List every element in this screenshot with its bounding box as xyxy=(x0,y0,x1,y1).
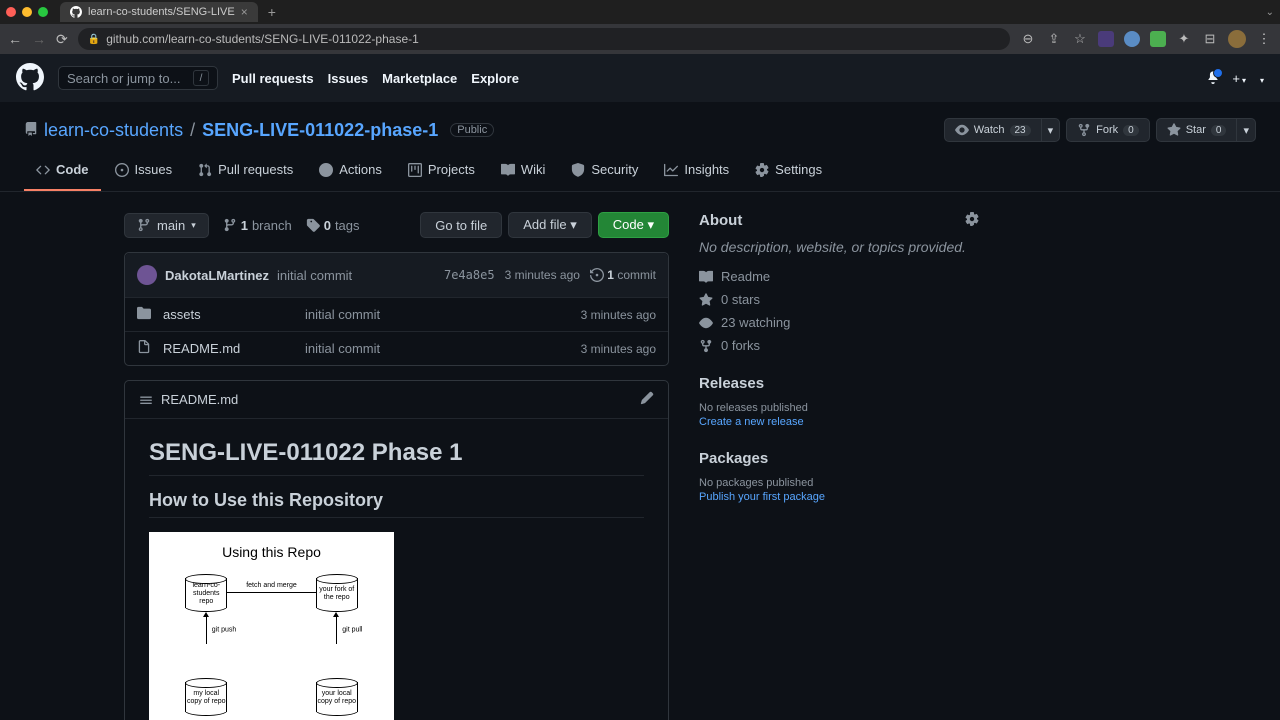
tab-insights[interactable]: Insights xyxy=(652,154,741,191)
file-name[interactable]: assets xyxy=(163,307,293,322)
visibility-badge: Public xyxy=(450,123,494,137)
tab-settings[interactable]: Settings xyxy=(743,154,834,191)
tab-wiki[interactable]: Wiki xyxy=(489,154,558,191)
publish-package-link[interactable]: Publish your first package xyxy=(699,491,979,503)
stars-link[interactable]: 0 stars xyxy=(699,292,979,307)
browser-tab[interactable]: learn-co-students/SENG-LIVE × xyxy=(60,2,258,22)
close-window[interactable] xyxy=(6,7,16,17)
packages-empty: No packages published xyxy=(699,477,979,489)
forks-link[interactable]: 0 forks xyxy=(699,338,979,353)
extension-icon[interactable] xyxy=(1150,31,1166,47)
commit-time: 3 minutes ago xyxy=(505,268,580,282)
file-row[interactable]: README.md initial commit 3 minutes ago xyxy=(125,332,668,365)
file-time: 3 minutes ago xyxy=(581,308,656,322)
tab-issues[interactable]: Issues xyxy=(103,154,185,191)
file-icon xyxy=(137,340,151,357)
readme-h2: How to Use this Repository xyxy=(149,490,644,518)
releases-empty: No releases published xyxy=(699,402,979,414)
fork-button[interactable]: Fork 0 xyxy=(1066,118,1150,142)
folder-icon xyxy=(137,306,151,323)
branch-selector[interactable]: main ▾ xyxy=(124,213,209,238)
github-logo[interactable] xyxy=(16,63,44,94)
create-release-link[interactable]: Create a new release xyxy=(699,416,979,428)
tab-pull-requests[interactable]: Pull requests xyxy=(186,154,305,191)
packages-heading[interactable]: Packages xyxy=(699,450,979,467)
reading-list-icon[interactable]: ⊟ xyxy=(1202,31,1218,47)
repo-name-link[interactable]: SENG-LIVE-011022-phase-1 xyxy=(202,120,438,140)
extension-icon[interactable] xyxy=(1098,31,1114,47)
watch-dropdown[interactable]: ▾ xyxy=(1041,118,1061,142)
releases-heading[interactable]: Releases xyxy=(699,375,979,392)
commits-link[interactable]: 1 commit xyxy=(590,268,656,283)
nav-pull-requests[interactable]: Pull requests xyxy=(232,71,314,86)
star-dropdown[interactable]: ▾ xyxy=(1236,118,1256,142)
readme-filename[interactable]: README.md xyxy=(161,392,238,407)
file-commit-msg[interactable]: initial commit xyxy=(305,307,569,322)
watch-button[interactable]: Watch 23 xyxy=(944,118,1041,142)
repo-owner-link[interactable]: learn-co-students xyxy=(44,120,183,140)
readme-link[interactable]: Readme xyxy=(699,269,979,284)
tab-actions[interactable]: Actions xyxy=(307,154,394,191)
extension-icon[interactable] xyxy=(1124,31,1140,47)
zoom-out-icon[interactable]: ⊖ xyxy=(1020,31,1036,47)
tab-code[interactable]: Code xyxy=(24,154,101,191)
window-controls xyxy=(6,7,48,17)
tag-count-link[interactable]: 0 tags xyxy=(306,218,360,233)
nav-issues[interactable]: Issues xyxy=(328,71,368,86)
user-menu[interactable]: ▾ xyxy=(1258,71,1264,86)
branch-count-link[interactable]: 1 branch xyxy=(223,218,292,233)
add-dropdown[interactable]: +▾ xyxy=(1232,71,1246,86)
edit-readme-icon[interactable] xyxy=(640,391,654,408)
commit-message[interactable]: initial commit xyxy=(277,268,352,283)
file-row[interactable]: assets initial commit 3 minutes ago xyxy=(125,298,668,332)
tab-security[interactable]: Security xyxy=(559,154,650,191)
url-text: github.com/learn-co-students/SENG-LIVE-0… xyxy=(106,32,419,46)
path-separator: / xyxy=(190,120,195,140)
nav-marketplace[interactable]: Marketplace xyxy=(382,71,457,86)
tab-title: learn-co-students/SENG-LIVE xyxy=(88,6,235,18)
search-input[interactable]: Search or jump to... / xyxy=(58,66,218,90)
go-to-file-button[interactable]: Go to file xyxy=(420,212,502,238)
readme-h1: SENG-LIVE-011022 Phase 1 xyxy=(149,439,644,476)
lock-icon: 🔒 xyxy=(88,34,100,45)
about-heading: About xyxy=(699,212,742,229)
code-button[interactable]: Code ▾ xyxy=(598,212,669,238)
file-commit-msg[interactable]: initial commit xyxy=(305,341,569,356)
share-icon[interactable]: ⇪ xyxy=(1046,31,1062,47)
address-bar[interactable]: 🔒 github.com/learn-co-students/SENG-LIVE… xyxy=(78,28,1010,50)
repo-icon xyxy=(24,122,38,139)
nav-explore[interactable]: Explore xyxy=(471,71,519,86)
maximize-window[interactable] xyxy=(38,7,48,17)
bookmark-icon[interactable]: ☆ xyxy=(1072,31,1088,47)
about-description: No description, website, or topics provi… xyxy=(699,239,979,255)
watching-link[interactable]: 23 watching xyxy=(699,315,979,330)
tabs-dropdown-icon[interactable]: ⌄ xyxy=(1266,7,1274,18)
readme-diagram: Using this Repo fetch and merge learn-co… xyxy=(149,532,394,720)
gear-icon[interactable] xyxy=(965,212,979,229)
search-slash-key: / xyxy=(193,70,209,86)
commit-sha[interactable]: 7e4a8e5 xyxy=(444,268,495,282)
minimize-window[interactable] xyxy=(22,7,32,17)
add-file-button[interactable]: Add file ▾ xyxy=(508,212,592,238)
close-tab-icon[interactable]: × xyxy=(241,5,248,19)
new-tab-button[interactable]: + xyxy=(268,4,276,20)
forward-button[interactable]: → xyxy=(32,31,46,47)
file-time: 3 minutes ago xyxy=(581,342,656,356)
star-button[interactable]: Star 0 xyxy=(1156,118,1237,142)
notifications-icon[interactable] xyxy=(1206,70,1220,87)
file-name[interactable]: README.md xyxy=(163,341,293,356)
search-placeholder: Search or jump to... xyxy=(67,71,180,86)
profile-avatar[interactable] xyxy=(1228,30,1246,48)
tab-projects[interactable]: Projects xyxy=(396,154,487,191)
chrome-menu-icon[interactable]: ⋮ xyxy=(1256,31,1272,47)
commit-author-avatar[interactable] xyxy=(137,265,157,285)
commit-author-link[interactable]: DakotaLMartinez xyxy=(165,268,269,283)
reload-button[interactable]: ⟳ xyxy=(56,31,68,48)
extensions-icon[interactable]: ✦ xyxy=(1176,31,1192,47)
back-button[interactable]: ← xyxy=(8,31,22,47)
list-icon[interactable] xyxy=(139,393,153,407)
